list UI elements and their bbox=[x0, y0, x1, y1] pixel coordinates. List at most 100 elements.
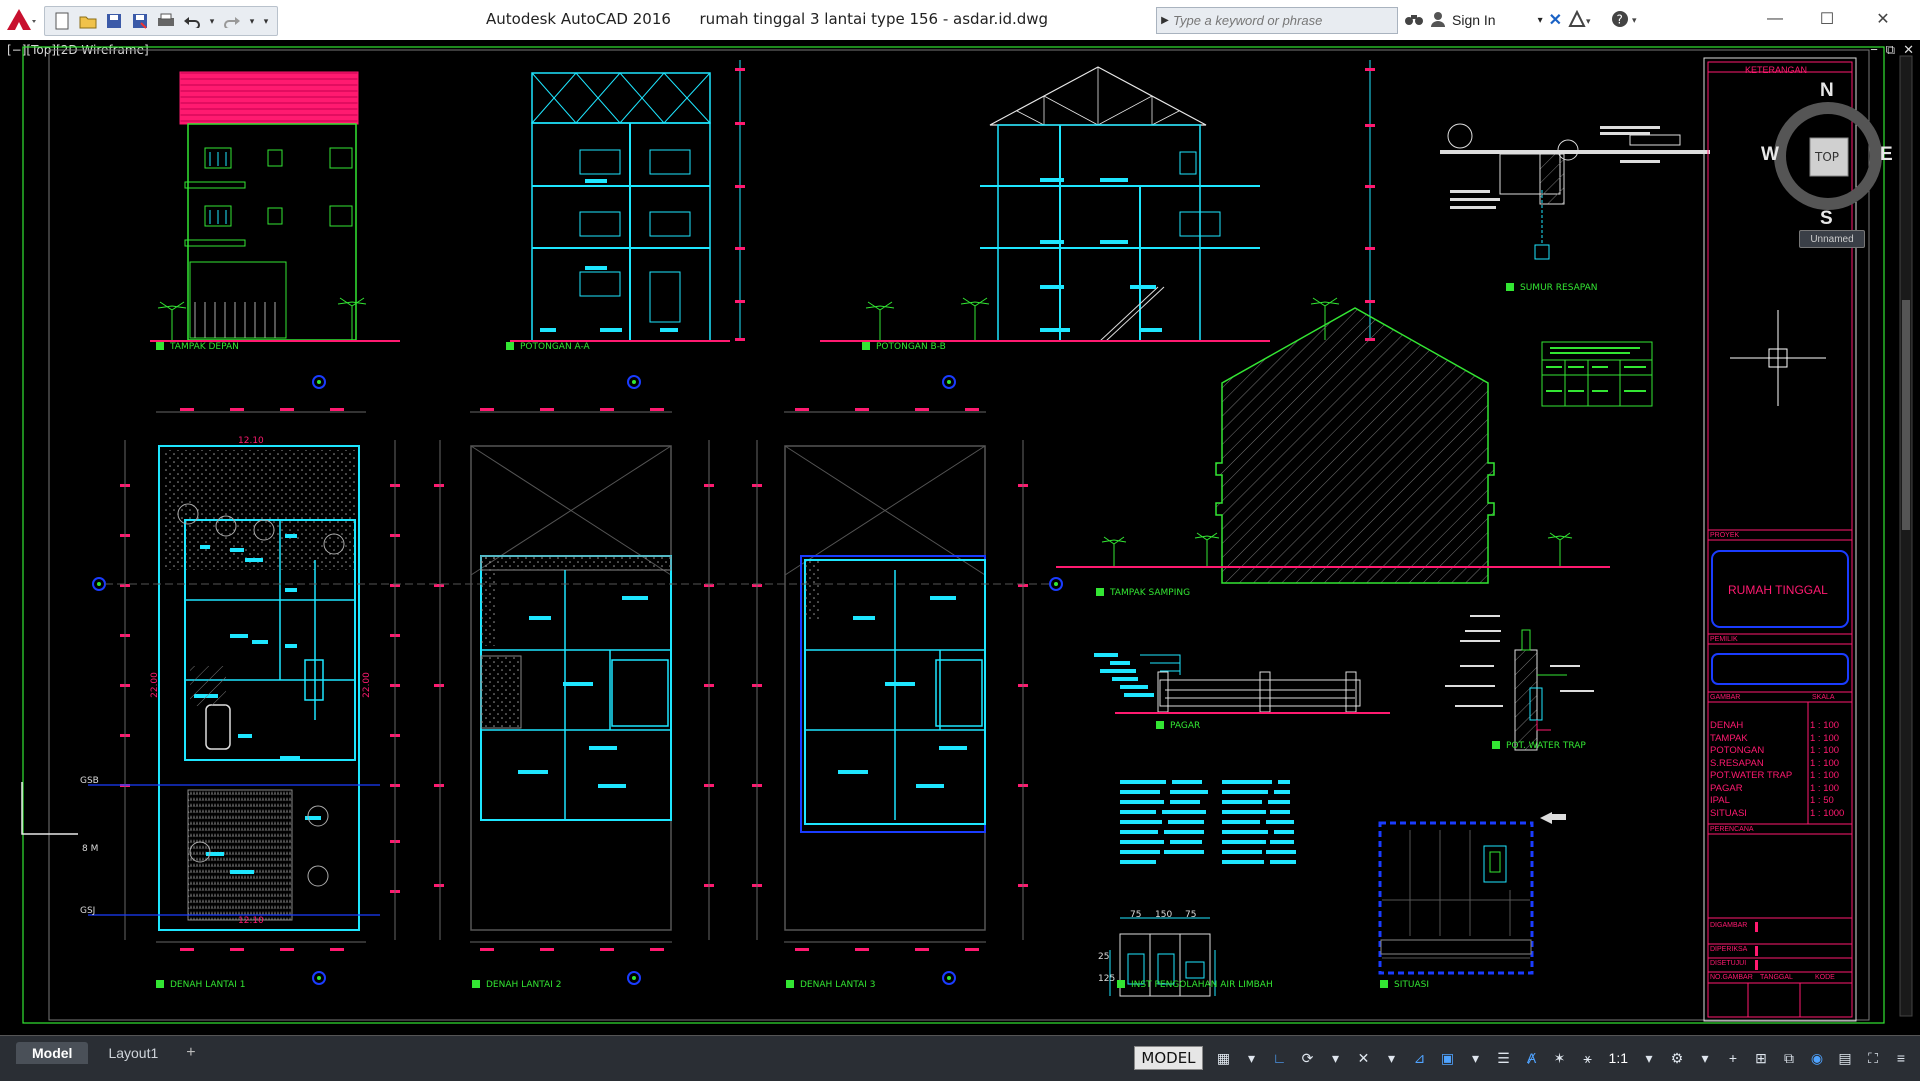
sheet-name: SITUASI bbox=[1710, 807, 1747, 819]
units-icon[interactable]: ⊞ bbox=[1748, 1045, 1774, 1071]
status-toolbar: MODEL ▦ ▾ ∟ ⟳ ▾ ✕ ▾ ⊿ ▣ ▾ ☰ Ⱥ ✶ ⚹ 1:1 ▾ … bbox=[1134, 1042, 1914, 1074]
annotative-add-icon[interactable]: + bbox=[1720, 1045, 1746, 1071]
ucs-menu-button[interactable]: Unnamed bbox=[1799, 230, 1865, 248]
object-snap-icon[interactable]: ▣ bbox=[1435, 1045, 1461, 1071]
tampak-samping-drawing bbox=[1056, 307, 1610, 584]
compass-east[interactable]: E bbox=[1880, 144, 1893, 166]
search-box[interactable]: ▶ Type a keyword or phrase bbox=[1156, 7, 1398, 34]
hardware-acceleration-icon[interactable]: ▤ bbox=[1832, 1045, 1858, 1071]
autocad-logo-icon[interactable] bbox=[4, 6, 38, 34]
a360-icon[interactable]: ▾ bbox=[1568, 9, 1594, 31]
dimension-ipal-3: 75 bbox=[1185, 910, 1197, 920]
window-title: Autodesk AutoCAD 2016 rumah tinggal 3 la… bbox=[486, 10, 1048, 28]
title-block-project-name: RUMAH TINGGAL bbox=[1728, 583, 1828, 597]
label-gsb: GSB bbox=[80, 776, 99, 786]
maximize-icon[interactable]: ☐ bbox=[1812, 6, 1842, 32]
lineweight-icon[interactable]: ☰ bbox=[1491, 1045, 1517, 1071]
label-tampak-depan: TAMPAK DEPAN bbox=[170, 342, 239, 352]
sheet-scale: 1 : 100 bbox=[1810, 720, 1840, 731]
water-trap-drawing bbox=[1445, 615, 1594, 751]
dimension-top-plan1: 12.10 bbox=[238, 436, 264, 446]
label-ipal: INST PENGOLAHAN AIR LIMBAH bbox=[1131, 980, 1273, 990]
polar-icon[interactable]: ⟳ bbox=[1295, 1045, 1321, 1071]
situasi-drawing bbox=[1378, 812, 1566, 975]
dimension-left-plan1: 22.00 bbox=[149, 672, 160, 698]
compass-west[interactable]: W bbox=[1761, 144, 1779, 166]
title-block-sheet-scales: 1 : 100 1 : 100 1 : 100 1 : 100 1 : 100 … bbox=[1810, 720, 1844, 820]
close-icon[interactable]: ✕ bbox=[1868, 6, 1898, 32]
label-pot-water-trap: POT. WATER TRAP bbox=[1506, 741, 1586, 751]
annotation-monitor-icon[interactable]: Ⱥ bbox=[1519, 1045, 1545, 1071]
scrollbar-thumb[interactable] bbox=[1902, 300, 1910, 530]
sheet-scale: 1 : 100 bbox=[1810, 770, 1840, 781]
ucs-icon bbox=[21, 782, 78, 835]
sheet-scale: 1 : 100 bbox=[1810, 745, 1840, 756]
sign-in-area[interactable]: Sign In ▾ ✕ ▾ ? ▾ bbox=[1404, 7, 1644, 33]
cad-drawing[interactable] bbox=[0, 40, 1920, 1035]
add-layout-icon[interactable]: + bbox=[178, 1042, 203, 1064]
exchange-apps-icon[interactable]: ✕ bbox=[1549, 10, 1562, 30]
auto-scale-icon[interactable]: ⚹ bbox=[1575, 1045, 1601, 1071]
potongan-bb-drawing bbox=[820, 60, 1375, 342]
sheet-name: POT.WATER TRAP bbox=[1710, 770, 1793, 781]
search-expand-icon[interactable]: ▶ bbox=[1157, 15, 1173, 26]
sign-in-link[interactable]: Sign In bbox=[1452, 12, 1496, 28]
binoculars-icon[interactable] bbox=[1404, 11, 1424, 30]
polar-dropdown-icon[interactable]: ▾ bbox=[1323, 1045, 1349, 1071]
undo-icon[interactable] bbox=[181, 10, 203, 32]
title-block-sheet-names: DENAH TAMPAK POTONGAN S.RESAPAN POT.WATE… bbox=[1710, 720, 1792, 820]
object-snap-dropdown-icon[interactable]: ▾ bbox=[1463, 1045, 1489, 1071]
help-icon[interactable]: ? ▾ bbox=[1610, 9, 1644, 32]
label-situasi: SITUASI bbox=[1394, 980, 1429, 990]
label-pagar: PAGAR bbox=[1170, 721, 1201, 731]
clean-screen-icon[interactable]: ⛶ bbox=[1860, 1045, 1886, 1071]
vertical-scrollbar[interactable] bbox=[1899, 55, 1913, 1017]
title-block-gambar: GAMBAR bbox=[1710, 694, 1741, 701]
save-icon[interactable] bbox=[103, 10, 125, 32]
dimension-ipal-1: 75 bbox=[1130, 910, 1142, 920]
viewcube[interactable]: N S W E TOP bbox=[1758, 80, 1898, 230]
ortho-icon[interactable]: ∟ bbox=[1267, 1045, 1293, 1071]
grid-icon[interactable]: ▦ bbox=[1211, 1045, 1237, 1071]
isodraft-dropdown-icon[interactable]: ▾ bbox=[1379, 1045, 1405, 1071]
new-file-icon[interactable] bbox=[51, 10, 73, 32]
viewcube-top-face[interactable]: TOP bbox=[1815, 150, 1839, 164]
title-block-no-gambar: NO.GAMBAR bbox=[1710, 974, 1753, 981]
sumur-volume-table bbox=[1541, 341, 1653, 407]
tab-layout1[interactable]: Layout1 bbox=[92, 1042, 174, 1064]
isodraft-icon[interactable]: ✕ bbox=[1351, 1045, 1377, 1071]
user-icon bbox=[1430, 11, 1446, 30]
snap-dropdown-icon[interactable]: ▾ bbox=[1239, 1045, 1265, 1071]
qat-customize-icon[interactable]: ▾ bbox=[261, 10, 271, 32]
undo-dropdown-icon[interactable]: ▾ bbox=[207, 10, 217, 32]
redo-icon[interactable] bbox=[221, 10, 243, 32]
annotation-scale[interactable]: 1:1 bbox=[1609, 1050, 1628, 1066]
sheet-scale: 1 : 100 bbox=[1810, 732, 1840, 744]
svg-text:?: ? bbox=[1617, 12, 1623, 26]
open-folder-icon[interactable] bbox=[77, 10, 99, 32]
annotation-scale-dropdown-icon[interactable]: ▾ bbox=[1636, 1045, 1662, 1071]
compass-south[interactable]: S bbox=[1820, 208, 1833, 230]
search-placeholder[interactable]: Type a keyword or phrase bbox=[1173, 13, 1322, 28]
annotation-visibility-icon[interactable]: ✶ bbox=[1547, 1045, 1573, 1071]
redo-dropdown-icon[interactable]: ▾ bbox=[247, 10, 257, 32]
label-denah-lantai-3: DENAH LANTAI 3 bbox=[800, 980, 876, 990]
save-as-icon[interactable] bbox=[129, 10, 151, 32]
workspace-gear-icon[interactable]: ⚙ bbox=[1664, 1045, 1690, 1071]
title-bar: ▾ ▾ ▾ Autodesk AutoCAD 2016 rumah tingga… bbox=[0, 0, 1920, 41]
workspace-dropdown-icon[interactable]: ▾ bbox=[1692, 1045, 1718, 1071]
print-icon[interactable] bbox=[155, 10, 177, 32]
compass-north[interactable]: N bbox=[1820, 80, 1834, 102]
customization-menu-icon[interactable]: ≡ bbox=[1888, 1045, 1914, 1071]
file-name: rumah tinggal 3 lantai type 156 - asdar.… bbox=[699, 10, 1049, 28]
isolate-objects-icon[interactable]: ◉ bbox=[1804, 1045, 1830, 1071]
quick-properties-icon[interactable]: ⧉ bbox=[1776, 1045, 1802, 1071]
svg-text:▾: ▾ bbox=[1632, 15, 1637, 25]
sign-in-dropdown-icon[interactable]: ▾ bbox=[1538, 15, 1543, 26]
model-space-button[interactable]: MODEL bbox=[1134, 1046, 1203, 1070]
tab-model[interactable]: Model bbox=[16, 1042, 89, 1064]
object-snap-tracking-icon[interactable]: ⊿ bbox=[1407, 1045, 1433, 1071]
minimize-icon[interactable]: — bbox=[1760, 6, 1790, 32]
title-block-keterangan: KETERANGAN bbox=[1745, 65, 1808, 75]
drawing-viewport[interactable]: [−][Top][2D Wireframe] − ⧉ ✕ TAMPAK DEPA… bbox=[0, 40, 1920, 1035]
